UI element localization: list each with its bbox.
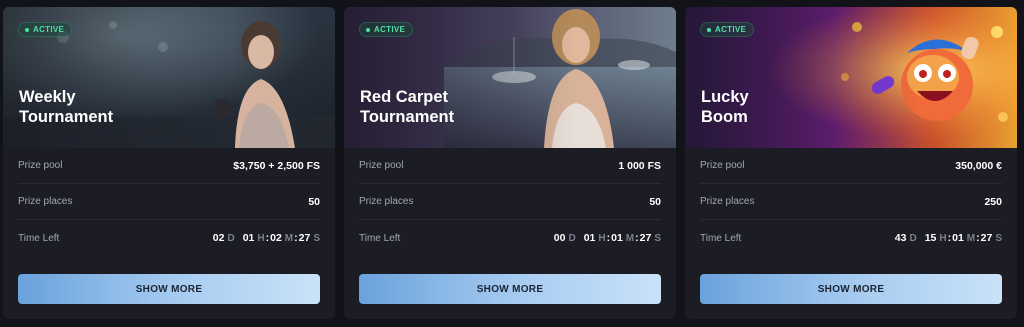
show-more-button[interactable]: SHOW MORE <box>359 274 661 304</box>
prize-places-label: Prize places <box>359 196 414 207</box>
hours-unit: H <box>257 233 265 244</box>
minutes-value: 01 <box>611 232 623 244</box>
time-left-label: Time Left <box>359 232 401 244</box>
prize-pool-label: Prize pool <box>359 160 404 171</box>
prize-places-value: 50 <box>308 195 320 208</box>
hours-unit: H <box>598 233 606 244</box>
days-unit: D <box>568 233 576 244</box>
status-badge: ACTIVE <box>359 22 414 37</box>
days-value: 02 <box>212 232 225 244</box>
time-left-label: Time Left <box>18 232 60 244</box>
prize-pool-value: $3,750 + 2,500 FS <box>233 159 320 172</box>
prize-pool-row: Prize pool $3,750 + 2,500 FS <box>18 148 320 184</box>
tournament-card-red-carpet[interactable]: ACTIVE Red Carpet Tournament Prize pool … <box>344 7 676 319</box>
minutes-value: 01 <box>952 232 964 244</box>
time-left-row: Time Left 43 D 15 H : 01 M : 27 S <box>700 220 1002 256</box>
hours-value: 01 <box>242 232 255 244</box>
minutes-unit: M <box>966 233 976 244</box>
status-dot-icon <box>366 27 370 32</box>
status-label: ACTIVE <box>33 25 65 34</box>
countdown-timer: 02 D 01 H : 02 M : 27 S <box>212 232 320 244</box>
days-unit: D <box>227 233 235 244</box>
prize-pool-label: Prize pool <box>18 160 63 171</box>
seconds-unit: S <box>313 233 320 244</box>
status-badge: ACTIVE <box>18 22 73 37</box>
hours-value: 15 <box>924 232 937 244</box>
show-more-button[interactable]: SHOW MORE <box>18 274 320 304</box>
countdown-timer: 00 D 01 H : 01 M : 27 S <box>553 232 661 244</box>
tournament-details: Prize pool 350,000 € Prize places 250 Ti… <box>700 148 1002 256</box>
status-label: ACTIVE <box>374 25 406 34</box>
tournament-banner: ACTIVE Lucky Boom <box>685 7 1017 148</box>
seconds-value: 27 <box>298 232 311 244</box>
status-dot-icon <box>707 27 711 32</box>
hours-value: 01 <box>583 232 596 244</box>
show-more-button[interactable]: SHOW MORE <box>700 274 1002 304</box>
minutes-value: 02 <box>270 232 282 244</box>
minutes-unit: M <box>284 233 294 244</box>
time-left-label: Time Left <box>700 232 742 244</box>
seconds-value: 27 <box>639 232 652 244</box>
prize-pool-label: Prize pool <box>700 160 745 171</box>
tournament-banner: ACTIVE Red Carpet Tournament <box>344 7 676 148</box>
tournament-title: Lucky Boom <box>701 88 749 126</box>
tournament-cards: ACTIVE Weekly Tournament Prize pool $3,7… <box>0 0 1024 327</box>
days-value: 43 <box>894 232 907 244</box>
prize-places-label: Prize places <box>700 196 755 207</box>
days-unit: D <box>909 233 917 244</box>
prize-pool-row: Prize pool 350,000 € <box>700 148 1002 184</box>
status-badge: ACTIVE <box>700 22 755 37</box>
seconds-unit: S <box>654 233 661 244</box>
status-dot-icon <box>25 27 29 32</box>
prize-pool-value: 350,000 € <box>955 159 1002 172</box>
seconds-unit: S <box>995 233 1002 244</box>
prize-places-row: Prize places 50 <box>359 184 661 220</box>
tournament-details: Prize pool $3,750 + 2,500 FS Prize place… <box>18 148 320 256</box>
time-left-row: Time Left 00 D 01 H : 01 M : 27 S <box>359 220 661 256</box>
tournament-card-weekly[interactable]: ACTIVE Weekly Tournament Prize pool $3,7… <box>3 7 335 319</box>
days-value: 00 <box>553 232 566 244</box>
prize-pool-row: Prize pool 1 000 FS <box>359 148 661 184</box>
status-label: ACTIVE <box>715 25 747 34</box>
prize-places-row: Prize places 250 <box>700 184 1002 220</box>
prize-places-value: 250 <box>984 195 1002 208</box>
prize-pool-value: 1 000 FS <box>618 159 661 172</box>
tournament-title: Red Carpet Tournament <box>360 88 455 126</box>
tournament-details: Prize pool 1 000 FS Prize places 50 Time… <box>359 148 661 256</box>
countdown-timer: 43 D 15 H : 01 M : 27 S <box>894 232 1002 244</box>
hours-unit: H <box>939 233 947 244</box>
prize-places-row: Prize places 50 <box>18 184 320 220</box>
tournament-banner: ACTIVE Weekly Tournament <box>3 7 335 148</box>
prize-places-label: Prize places <box>18 196 73 207</box>
seconds-value: 27 <box>980 232 993 244</box>
tournament-card-lucky-boom[interactable]: ACTIVE Lucky Boom Prize pool 350,000 € P… <box>685 7 1017 319</box>
prize-places-value: 50 <box>649 195 661 208</box>
minutes-unit: M <box>625 233 635 244</box>
time-left-row: Time Left 02 D 01 H : 02 M : 27 S <box>18 220 320 256</box>
tournament-title: Weekly Tournament <box>19 88 114 126</box>
